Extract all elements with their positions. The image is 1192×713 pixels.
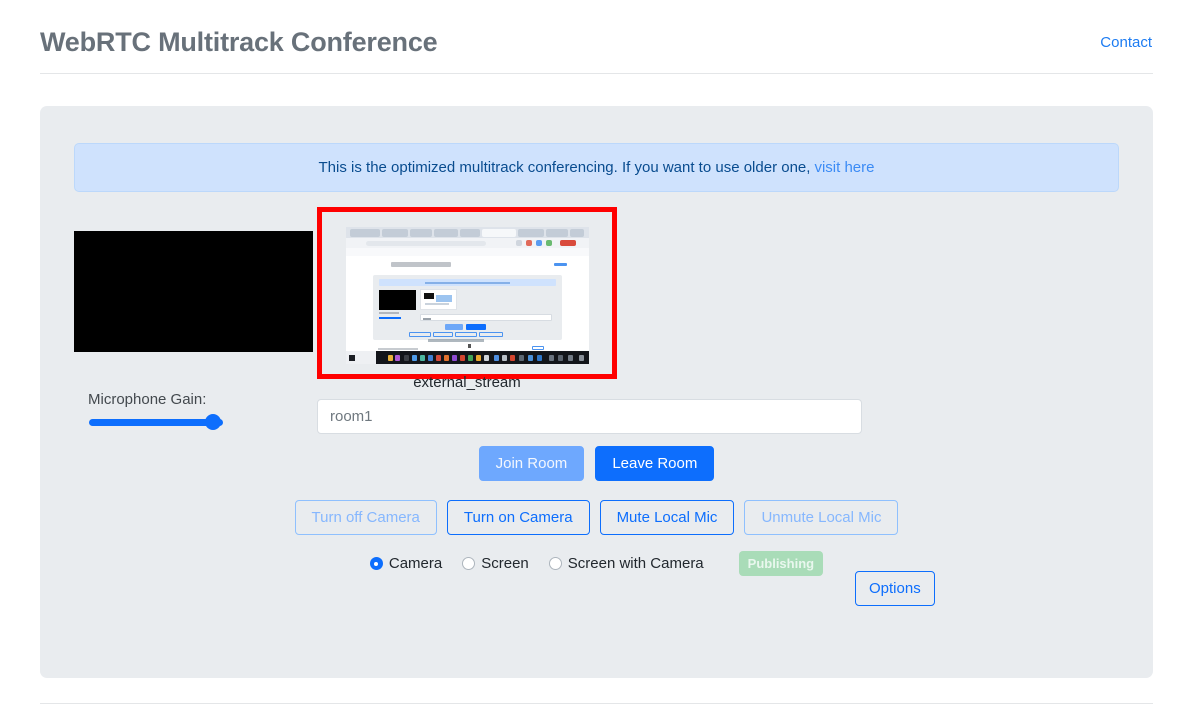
header-divider [40,73,1153,74]
external-stream-tile[interactable]: external_stream [317,207,617,391]
info-alert: This is the optimized multitrack confere… [74,143,1119,192]
radio-camera[interactable]: Camera [369,555,443,572]
page-header: WebRTC Multitrack Conference Contact [40,14,1152,70]
visit-here-link[interactable]: visit here [814,159,874,176]
conference-panel: This is the optimized multitrack confere… [40,106,1153,678]
screenshare-page [346,256,589,351]
options-wrap: Options [855,571,935,606]
unmute-local-mic-button[interactable]: Unmute Local Mic [744,500,899,535]
turn-on-camera-button[interactable]: Turn on Camera [446,500,590,535]
microphone-gain-slider[interactable] [89,414,223,430]
room-actions: Join Room Leave Room [40,446,1153,481]
turn-off-camera-button[interactable]: Turn off Camera [294,500,437,535]
external-stream-label: external_stream [413,374,521,391]
radio-screen-with-camera-label: Screen with Camera [567,555,704,572]
screenshare-tabbar [346,227,589,238]
page-root: WebRTC Multitrack Conference Contact Thi… [0,0,1192,713]
contact-link[interactable]: Contact [1100,34,1152,51]
join-room-button[interactable]: Join Room [478,446,585,481]
screenshare-taskbar [346,351,589,364]
source-selector: Camera Screen Screen with Camera Publish… [40,551,1153,576]
footer-divider [40,703,1153,704]
media-controls: Turn off Camera Turn on Camera Mute Loca… [40,500,1153,535]
room-name-input[interactable] [317,399,862,434]
radio-dot-icon[interactable] [462,557,476,570]
radio-camera-label: Camera [388,555,443,572]
info-alert-text: This is the optimized multitrack confere… [318,159,811,176]
screenshare-bookmarkbar [346,248,589,256]
microphone-gain-control: Microphone Gain: [88,391,288,430]
page-title: WebRTC Multitrack Conference [40,26,438,57]
leave-room-button[interactable]: Leave Room [595,446,715,481]
options-button[interactable]: Options [855,571,935,606]
screenshare-addressbar [346,238,589,248]
microphone-gain-label: Microphone Gain: [88,391,207,408]
mute-local-mic-button[interactable]: Mute Local Mic [599,500,735,535]
radio-screen[interactable]: Screen [462,555,529,572]
radio-dot-icon[interactable] [369,557,383,570]
radio-screen-label: Screen [481,555,529,572]
slider-track [89,419,223,426]
external-stream-video[interactable] [346,227,589,364]
radio-dot-icon[interactable] [548,557,562,570]
local-video[interactable] [74,231,313,352]
slider-thumb[interactable] [205,414,221,430]
external-stream-inner: external_stream [322,212,612,391]
status-badge: Publishing [738,551,824,576]
radio-screen-with-camera[interactable]: Screen with Camera [548,555,704,572]
